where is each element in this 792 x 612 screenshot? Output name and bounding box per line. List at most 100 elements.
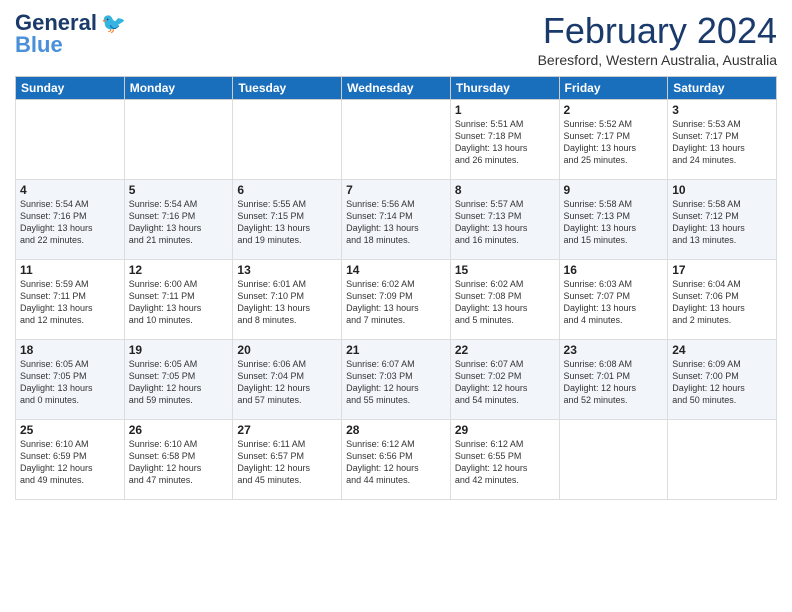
day-number: 3 <box>672 103 772 117</box>
cell-info: Sunrise: 5:53 AM Sunset: 7:17 PM Dayligh… <box>672 118 772 167</box>
calendar-cell: 21Sunrise: 6:07 AM Sunset: 7:03 PM Dayli… <box>342 340 451 420</box>
cell-info: Sunrise: 6:06 AM Sunset: 7:04 PM Dayligh… <box>237 358 337 407</box>
cell-info: Sunrise: 6:07 AM Sunset: 7:02 PM Dayligh… <box>455 358 555 407</box>
cell-info: Sunrise: 6:02 AM Sunset: 7:09 PM Dayligh… <box>346 278 446 327</box>
cell-info: Sunrise: 6:08 AM Sunset: 7:01 PM Dayligh… <box>564 358 664 407</box>
week-row-5: 25Sunrise: 6:10 AM Sunset: 6:59 PM Dayli… <box>16 420 777 500</box>
logo-text-blue: Blue <box>15 32 126 58</box>
calendar-cell: 5Sunrise: 5:54 AM Sunset: 7:16 PM Daylig… <box>124 180 233 260</box>
calendar-cell: 6Sunrise: 5:55 AM Sunset: 7:15 PM Daylig… <box>233 180 342 260</box>
calendar-cell: 7Sunrise: 5:56 AM Sunset: 7:14 PM Daylig… <box>342 180 451 260</box>
day-number: 23 <box>564 343 664 357</box>
day-number: 21 <box>346 343 446 357</box>
cell-info: Sunrise: 5:51 AM Sunset: 7:18 PM Dayligh… <box>455 118 555 167</box>
calendar-cell <box>16 100 125 180</box>
title-block: February 2024 Beresford, Western Austral… <box>538 10 777 68</box>
calendar-cell: 2Sunrise: 5:52 AM Sunset: 7:17 PM Daylig… <box>559 100 668 180</box>
day-number: 11 <box>20 263 120 277</box>
cell-info: Sunrise: 5:54 AM Sunset: 7:16 PM Dayligh… <box>129 198 229 247</box>
calendar-cell: 29Sunrise: 6:12 AM Sunset: 6:55 PM Dayli… <box>450 420 559 500</box>
logo: General 🐦 Blue <box>15 10 126 58</box>
calendar-cell <box>668 420 777 500</box>
calendar-cell: 23Sunrise: 6:08 AM Sunset: 7:01 PM Dayli… <box>559 340 668 420</box>
location-subtitle: Beresford, Western Australia, Australia <box>538 52 777 68</box>
calendar-cell <box>233 100 342 180</box>
calendar-cell: 11Sunrise: 5:59 AM Sunset: 7:11 PM Dayli… <box>16 260 125 340</box>
cell-info: Sunrise: 6:03 AM Sunset: 7:07 PM Dayligh… <box>564 278 664 327</box>
cell-info: Sunrise: 6:09 AM Sunset: 7:00 PM Dayligh… <box>672 358 772 407</box>
week-row-2: 4Sunrise: 5:54 AM Sunset: 7:16 PM Daylig… <box>16 180 777 260</box>
day-header-sunday: Sunday <box>16 77 125 100</box>
calendar-cell: 9Sunrise: 5:58 AM Sunset: 7:13 PM Daylig… <box>559 180 668 260</box>
cell-info: Sunrise: 6:11 AM Sunset: 6:57 PM Dayligh… <box>237 438 337 487</box>
day-number: 9 <box>564 183 664 197</box>
day-number: 15 <box>455 263 555 277</box>
cell-info: Sunrise: 5:58 AM Sunset: 7:13 PM Dayligh… <box>564 198 664 247</box>
calendar-cell: 13Sunrise: 6:01 AM Sunset: 7:10 PM Dayli… <box>233 260 342 340</box>
cell-info: Sunrise: 6:05 AM Sunset: 7:05 PM Dayligh… <box>129 358 229 407</box>
day-number: 6 <box>237 183 337 197</box>
calendar-cell: 1Sunrise: 5:51 AM Sunset: 7:18 PM Daylig… <box>450 100 559 180</box>
cell-info: Sunrise: 6:05 AM Sunset: 7:05 PM Dayligh… <box>20 358 120 407</box>
cell-info: Sunrise: 5:54 AM Sunset: 7:16 PM Dayligh… <box>20 198 120 247</box>
day-number: 5 <box>129 183 229 197</box>
week-row-3: 11Sunrise: 5:59 AM Sunset: 7:11 PM Dayli… <box>16 260 777 340</box>
calendar-cell: 22Sunrise: 6:07 AM Sunset: 7:02 PM Dayli… <box>450 340 559 420</box>
calendar-cell: 4Sunrise: 5:54 AM Sunset: 7:16 PM Daylig… <box>16 180 125 260</box>
day-header-friday: Friday <box>559 77 668 100</box>
month-year-title: February 2024 <box>538 10 777 52</box>
calendar-cell: 17Sunrise: 6:04 AM Sunset: 7:06 PM Dayli… <box>668 260 777 340</box>
calendar-cell: 26Sunrise: 6:10 AM Sunset: 6:58 PM Dayli… <box>124 420 233 500</box>
calendar-cell: 12Sunrise: 6:00 AM Sunset: 7:11 PM Dayli… <box>124 260 233 340</box>
week-row-4: 18Sunrise: 6:05 AM Sunset: 7:05 PM Dayli… <box>16 340 777 420</box>
week-row-1: 1Sunrise: 5:51 AM Sunset: 7:18 PM Daylig… <box>16 100 777 180</box>
cell-info: Sunrise: 6:02 AM Sunset: 7:08 PM Dayligh… <box>455 278 555 327</box>
day-number: 13 <box>237 263 337 277</box>
day-number: 1 <box>455 103 555 117</box>
day-number: 26 <box>129 423 229 437</box>
cell-info: Sunrise: 6:07 AM Sunset: 7:03 PM Dayligh… <box>346 358 446 407</box>
calendar-cell: 15Sunrise: 6:02 AM Sunset: 7:08 PM Dayli… <box>450 260 559 340</box>
day-number: 16 <box>564 263 664 277</box>
day-number: 14 <box>346 263 446 277</box>
cell-info: Sunrise: 5:56 AM Sunset: 7:14 PM Dayligh… <box>346 198 446 247</box>
calendar-cell: 10Sunrise: 5:58 AM Sunset: 7:12 PM Dayli… <box>668 180 777 260</box>
day-number: 4 <box>20 183 120 197</box>
day-number: 22 <box>455 343 555 357</box>
cell-info: Sunrise: 5:59 AM Sunset: 7:11 PM Dayligh… <box>20 278 120 327</box>
day-number: 24 <box>672 343 772 357</box>
calendar-cell <box>124 100 233 180</box>
day-number: 20 <box>237 343 337 357</box>
cell-info: Sunrise: 6:12 AM Sunset: 6:56 PM Dayligh… <box>346 438 446 487</box>
day-number: 29 <box>455 423 555 437</box>
day-number: 18 <box>20 343 120 357</box>
cell-info: Sunrise: 6:10 AM Sunset: 6:59 PM Dayligh… <box>20 438 120 487</box>
calendar-cell <box>559 420 668 500</box>
header: General 🐦 Blue February 2024 Beresford, … <box>15 10 777 68</box>
cell-info: Sunrise: 6:01 AM Sunset: 7:10 PM Dayligh… <box>237 278 337 327</box>
calendar-cell: 3Sunrise: 5:53 AM Sunset: 7:17 PM Daylig… <box>668 100 777 180</box>
day-header-wednesday: Wednesday <box>342 77 451 100</box>
day-header-monday: Monday <box>124 77 233 100</box>
day-number: 8 <box>455 183 555 197</box>
day-number: 28 <box>346 423 446 437</box>
calendar-cell <box>342 100 451 180</box>
day-header-saturday: Saturday <box>668 77 777 100</box>
cell-info: Sunrise: 6:12 AM Sunset: 6:55 PM Dayligh… <box>455 438 555 487</box>
calendar-cell: 27Sunrise: 6:11 AM Sunset: 6:57 PM Dayli… <box>233 420 342 500</box>
calendar-cell: 24Sunrise: 6:09 AM Sunset: 7:00 PM Dayli… <box>668 340 777 420</box>
day-number: 19 <box>129 343 229 357</box>
calendar-cell: 18Sunrise: 6:05 AM Sunset: 7:05 PM Dayli… <box>16 340 125 420</box>
page: General 🐦 Blue February 2024 Beresford, … <box>0 0 792 612</box>
days-header-row: SundayMondayTuesdayWednesdayThursdayFrid… <box>16 77 777 100</box>
cell-info: Sunrise: 6:00 AM Sunset: 7:11 PM Dayligh… <box>129 278 229 327</box>
calendar-table: SundayMondayTuesdayWednesdayThursdayFrid… <box>15 76 777 500</box>
cell-info: Sunrise: 5:55 AM Sunset: 7:15 PM Dayligh… <box>237 198 337 247</box>
day-number: 2 <box>564 103 664 117</box>
calendar-cell: 14Sunrise: 6:02 AM Sunset: 7:09 PM Dayli… <box>342 260 451 340</box>
calendar-cell: 25Sunrise: 6:10 AM Sunset: 6:59 PM Dayli… <box>16 420 125 500</box>
calendar-cell: 16Sunrise: 6:03 AM Sunset: 7:07 PM Dayli… <box>559 260 668 340</box>
day-header-thursday: Thursday <box>450 77 559 100</box>
day-number: 12 <box>129 263 229 277</box>
cell-info: Sunrise: 5:52 AM Sunset: 7:17 PM Dayligh… <box>564 118 664 167</box>
